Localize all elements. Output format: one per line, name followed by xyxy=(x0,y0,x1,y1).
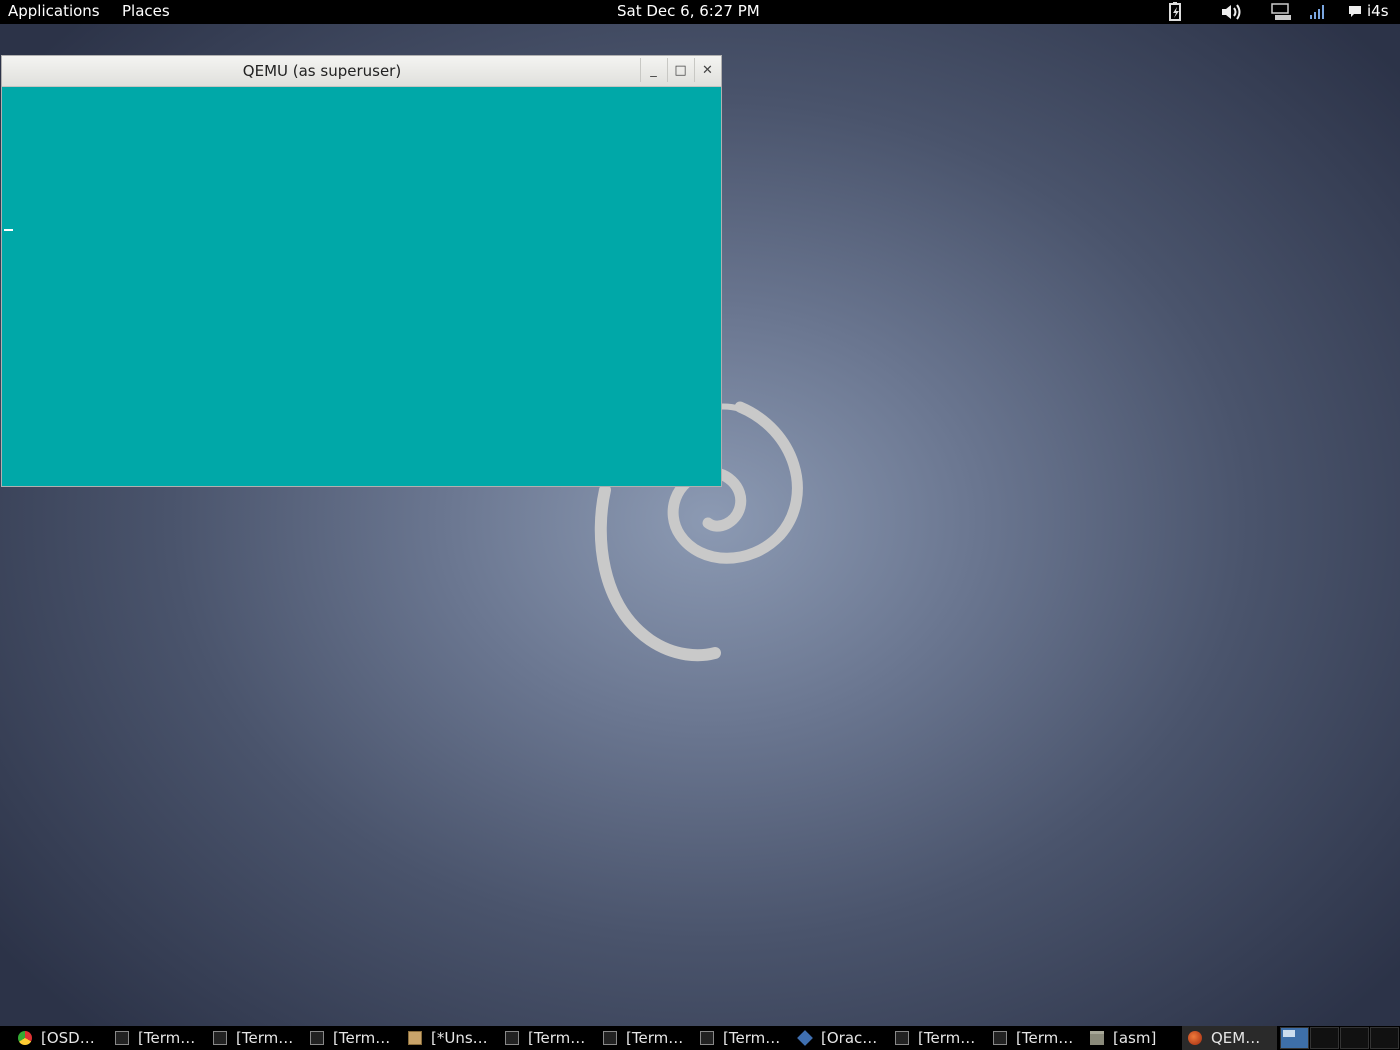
task-label: [Term… xyxy=(528,1029,586,1047)
window-title: QEMU (as superuser) xyxy=(242,62,402,80)
task-label: [Term… xyxy=(626,1029,684,1047)
places-menu[interactable]: Places xyxy=(122,2,170,20)
task-label: [asm] xyxy=(1113,1029,1157,1047)
workspace-1[interactable] xyxy=(1280,1027,1309,1049)
close-button[interactable]: ✕ xyxy=(694,58,720,82)
chat-icon[interactable] xyxy=(1347,2,1363,22)
task-terminal-5[interactable]: [Term… xyxy=(603,1026,683,1050)
workspace-4[interactable] xyxy=(1370,1027,1399,1049)
task-terminal-3[interactable]: [Term… xyxy=(310,1026,390,1050)
text-editor-icon xyxy=(408,1031,422,1045)
minimize-button[interactable]: _ xyxy=(640,58,666,82)
task-virtualbox[interactable]: [Orac… xyxy=(797,1026,878,1050)
task-osd[interactable]: [OSD… xyxy=(18,1026,95,1050)
terminal-icon xyxy=(213,1031,227,1045)
window-titlebar[interactable]: QEMU (as superuser) _ □ ✕ xyxy=(2,56,721,87)
task-terminal-4[interactable]: [Term… xyxy=(505,1026,585,1050)
terminal-icon xyxy=(115,1031,129,1045)
terminal-icon xyxy=(505,1031,519,1045)
clock[interactable]: Sat Dec 6, 6:27 PM xyxy=(617,2,760,20)
workspace-2[interactable] xyxy=(1310,1027,1339,1049)
workspace-window-thumb xyxy=(1283,1030,1295,1037)
task-terminal-2[interactable]: [Term… xyxy=(213,1026,293,1050)
task-label: [Term… xyxy=(236,1029,294,1047)
maximize-button[interactable]: □ xyxy=(667,58,693,82)
terminal-icon xyxy=(895,1031,909,1045)
task-label: [Term… xyxy=(138,1029,196,1047)
qemu-display[interactable] xyxy=(2,87,721,486)
task-label: [OSD… xyxy=(41,1029,95,1047)
workspace-3[interactable] xyxy=(1340,1027,1369,1049)
task-label: [Term… xyxy=(723,1029,781,1047)
qemu-window[interactable]: QEMU (as superuser) _ □ ✕ xyxy=(1,55,722,487)
task-label: [Term… xyxy=(1016,1029,1074,1047)
top-panel: Applications Places Sat Dec 6, 6:27 PM i… xyxy=(0,0,1400,24)
task-terminal-7[interactable]: [Term… xyxy=(895,1026,975,1050)
virtualbox-icon xyxy=(797,1030,813,1046)
task-terminal-6[interactable]: [Term… xyxy=(700,1026,780,1050)
task-qemu[interactable]: QEM… xyxy=(1182,1026,1277,1050)
task-folder-asm[interactable]: [asm] xyxy=(1090,1026,1156,1050)
chrome-icon xyxy=(18,1031,32,1045)
task-label: [Orac… xyxy=(821,1029,878,1047)
battery-icon[interactable] xyxy=(1167,2,1185,22)
task-label: [Term… xyxy=(333,1029,391,1047)
network-icon[interactable] xyxy=(1270,2,1292,22)
folder-icon xyxy=(1090,1031,1104,1045)
volume-icon[interactable] xyxy=(1219,2,1245,22)
terminal-icon xyxy=(993,1031,1007,1045)
text-cursor xyxy=(4,229,13,231)
terminal-icon xyxy=(700,1031,714,1045)
task-terminal-1[interactable]: [Term… xyxy=(115,1026,195,1050)
qemu-icon xyxy=(1188,1031,1202,1045)
task-label: [*Uns… xyxy=(431,1029,488,1047)
task-label: [Term… xyxy=(918,1029,976,1047)
applications-menu[interactable]: Applications xyxy=(8,2,100,20)
terminal-icon xyxy=(603,1031,617,1045)
task-label: QEM… xyxy=(1211,1029,1261,1047)
taskbar: [OSD… [Term… [Term… [Term… [*Uns… [Term…… xyxy=(0,1026,1400,1050)
terminal-icon xyxy=(310,1031,324,1045)
user-menu[interactable]: i4s xyxy=(1367,2,1389,20)
task-text-editor[interactable]: [*Uns… xyxy=(408,1026,488,1050)
task-terminal-8[interactable]: [Term… xyxy=(993,1026,1073,1050)
signal-icon[interactable] xyxy=(1308,2,1328,22)
